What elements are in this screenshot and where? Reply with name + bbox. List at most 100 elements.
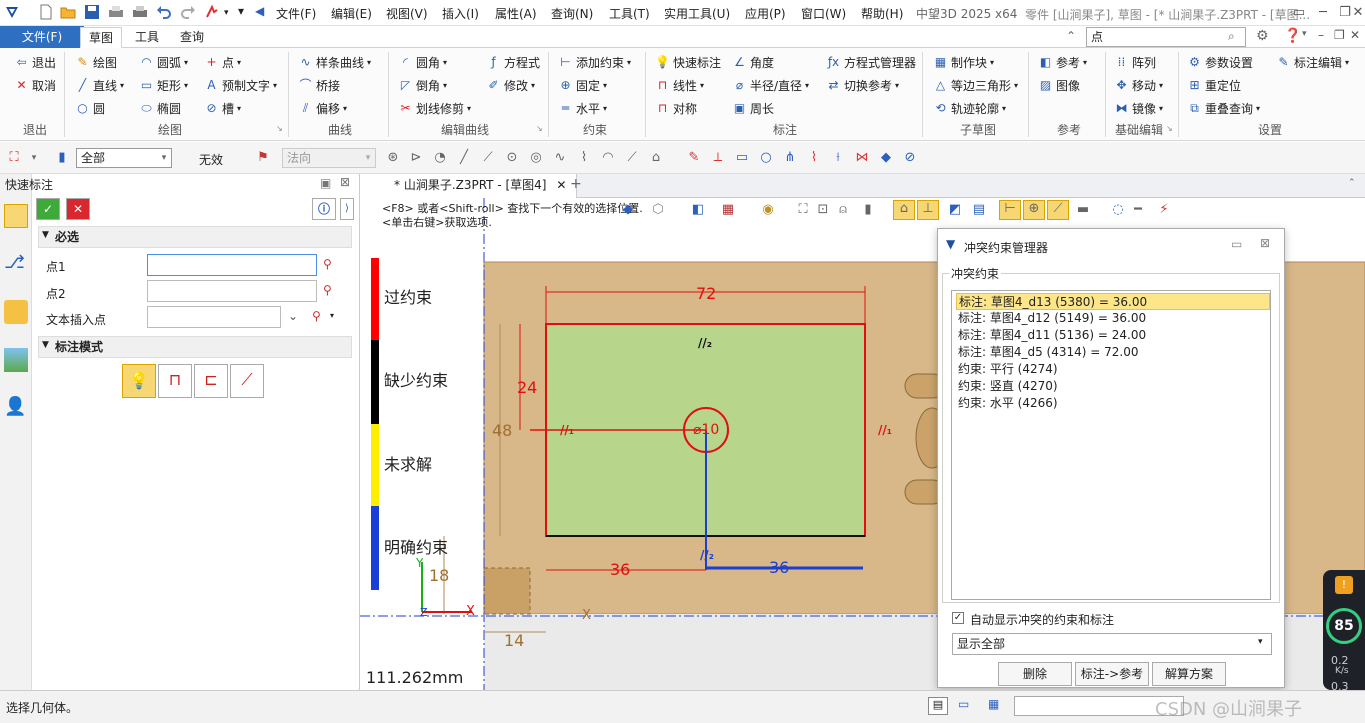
modify-button[interactable]: ✐ 修改 ▾ bbox=[486, 77, 535, 94]
perimeter-dim-button[interactable]: ▣ 周长 bbox=[732, 100, 774, 117]
list-item[interactable]: 标注: 草图4_d13 (5380) = 36.00 bbox=[956, 293, 1270, 310]
menu-attribute[interactable]: 属性(A) bbox=[495, 5, 537, 22]
dim-to-reference-button[interactable]: 标注->参考 bbox=[1075, 662, 1149, 686]
menu-utilities[interactable]: 实用工具(U) bbox=[664, 5, 730, 22]
restore-ribbon-icon[interactable]: ▭ bbox=[1287, 2, 1311, 24]
text-point-picker-icon[interactable]: ⚲ bbox=[312, 309, 321, 323]
spline-button[interactable]: ∿ 样条曲线 ▾ bbox=[298, 54, 371, 71]
toggle-reference-button[interactable]: ⇄ 切换参考 ▾ bbox=[826, 77, 899, 94]
equation-manager-button[interactable]: ƒx 方程式管理器 bbox=[826, 54, 916, 71]
menu-edit[interactable]: 编辑(E) bbox=[331, 5, 372, 22]
offset-button[interactable]: ⫽ 偏移 ▾ bbox=[298, 100, 347, 117]
bridge-button[interactable]: ⌒ 桥接 bbox=[298, 77, 340, 94]
panel-pin-icon[interactable]: ▣ bbox=[320, 176, 331, 190]
status-grid-icon[interactable]: ▦ bbox=[988, 697, 999, 711]
line-weight-icon[interactable]: ━ bbox=[1130, 202, 1146, 218]
make-block-button[interactable]: ▦ 制作块 ▾ bbox=[933, 54, 994, 71]
rect-pick-icon[interactable]: ▭ bbox=[734, 150, 750, 166]
snap-tangent-icon[interactable]: ⌇ bbox=[576, 150, 592, 166]
radius-dim-button[interactable]: ⌀ 半径/直径 ▾ bbox=[732, 77, 809, 94]
cube-pick-icon[interactable]: ◆ bbox=[878, 150, 894, 166]
double-chevron-icon[interactable]: ⌄ bbox=[288, 309, 298, 323]
snap-midpoint-icon[interactable]: ⟋ bbox=[480, 150, 496, 166]
circle-button[interactable]: ○ 圆 bbox=[75, 100, 105, 117]
list-item[interactable]: 标注: 草图4_d11 (5136) = 24.00 bbox=[956, 327, 1146, 344]
file-tab[interactable]: 文件(F) bbox=[0, 26, 84, 48]
layer-icon[interactable]: ◩ bbox=[947, 202, 963, 218]
text-insert-point-input[interactable] bbox=[147, 306, 281, 328]
ok-button[interactable]: ✓ bbox=[36, 198, 60, 220]
path-profile-button[interactable]: ⟲ 轨迹轮廓 ▾ bbox=[933, 100, 1006, 117]
tab-query[interactable]: 查询 bbox=[172, 27, 212, 48]
search-icon[interactable]: ⌕ bbox=[1228, 29, 1235, 44]
snap-play-icon[interactable]: ⊳ bbox=[408, 150, 424, 166]
relocate-button[interactable]: ⊞ 重定位 bbox=[1187, 77, 1241, 94]
collapse-ribbon-icon[interactable]: ⌃ bbox=[1066, 29, 1076, 43]
collapse-icon[interactable]: ▼ bbox=[42, 230, 49, 240]
constraint-display-icon[interactable]: ⊥ bbox=[917, 200, 939, 220]
extend-pick-icon[interactable]: ⌇ bbox=[806, 150, 822, 166]
linear-dim-button[interactable]: ⊓ 线性 ▾ bbox=[655, 77, 704, 94]
menu-apps[interactable]: 应用(P) bbox=[745, 5, 786, 22]
move-button[interactable]: ✥ 移动 ▾ bbox=[1114, 77, 1163, 94]
filter-bars-icon[interactable]: ▮ bbox=[54, 150, 70, 166]
history-tree-icon[interactable]: ⎇ bbox=[4, 252, 28, 276]
point-button[interactable]: + 点 ▾ bbox=[204, 54, 241, 71]
fix-button[interactable]: ⊕ 固定 ▾ bbox=[558, 77, 607, 94]
layers-stack-icon[interactable]: ▤ bbox=[971, 202, 987, 218]
bookmark-icon[interactable]: ▮ bbox=[860, 202, 876, 218]
render-icon[interactable]: ◉ bbox=[760, 202, 776, 218]
redo-icon[interactable] bbox=[180, 4, 196, 20]
chevron-down-icon[interactable]: ▾ bbox=[1258, 637, 1263, 647]
image-button[interactable]: ▨ 图像 bbox=[1038, 77, 1080, 94]
help-icon[interactable]: ❓ bbox=[1284, 28, 1301, 44]
tab-sketch[interactable]: 草图 bbox=[80, 27, 123, 48]
tab-tools[interactable]: 工具 bbox=[127, 27, 167, 48]
list-item[interactable]: 约束: 水平 (4266) bbox=[956, 395, 1058, 412]
list-item[interactable]: 约束: 竖直 (4270) bbox=[956, 378, 1058, 395]
monitor-icon[interactable]: ▬ bbox=[1075, 202, 1091, 218]
auto-show-checkbox[interactable]: ✓ bbox=[952, 612, 964, 624]
constraint-pick-icon[interactable]: ⟂ bbox=[710, 150, 726, 166]
smart-pick-icon[interactable]: ✎ bbox=[686, 150, 702, 166]
pick-mode-icon[interactable]: ⚑ bbox=[255, 150, 271, 166]
list-item[interactable]: 标注: 草图4_d12 (5149) = 36.00 bbox=[956, 310, 1146, 327]
menu-insert[interactable]: 插入(I) bbox=[442, 5, 479, 22]
conflict-list[interactable]: 标注: 草图4_d13 (5380) = 36.00 标注: 草图4_d12 (… bbox=[951, 290, 1271, 600]
dim-pick-icon[interactable]: ⟊ bbox=[830, 150, 846, 166]
aligned-dim-mode-button[interactable]: ⟋ bbox=[230, 364, 264, 398]
list-item[interactable]: 约束: 平行 (4274) bbox=[956, 361, 1058, 378]
target-icon[interactable]: ⊕ bbox=[1023, 200, 1045, 220]
snap-perp-icon[interactable]: ⟋ bbox=[624, 150, 640, 166]
status-doc-icon[interactable]: ▤ bbox=[928, 697, 948, 715]
doc-restore-button[interactable]: ❐ bbox=[1334, 28, 1345, 42]
ruler-icon[interactable]: ⟋ bbox=[1047, 200, 1069, 220]
required-section[interactable]: 必选 bbox=[38, 226, 352, 248]
panel-close-icon[interactable]: ⊠ bbox=[340, 175, 350, 189]
document-tab[interactable]: * 山涧果子.Z3PRT - [草图4] ✕ bbox=[360, 174, 578, 198]
vertical-dim-mode-button[interactable]: ⊏ bbox=[194, 364, 228, 398]
undo-icon[interactable] bbox=[156, 4, 172, 20]
menu-view[interactable]: 视图(V) bbox=[386, 5, 428, 22]
snap-circle-icon[interactable]: ⊙ bbox=[504, 150, 520, 166]
delete-button[interactable]: 删除 bbox=[998, 662, 1072, 686]
dim-mode-section[interactable]: 标注模式 bbox=[38, 336, 352, 358]
measure-icon[interactable]: ⍝ bbox=[835, 202, 851, 218]
print-preview-icon[interactable] bbox=[132, 4, 148, 20]
list-item[interactable]: 标注: 草图4_d5 (4314) = 72.00 bbox=[956, 344, 1139, 361]
assembly-cube-icon[interactable] bbox=[4, 300, 28, 324]
reference-button[interactable]: ◧ 参考 ▾ bbox=[1038, 54, 1087, 71]
group-launcher-icon[interactable]: ↘ bbox=[1166, 124, 1173, 133]
overlap-query-button[interactable]: ⧉ 重叠查询 ▾ bbox=[1187, 100, 1260, 117]
preset-text-button[interactable]: A 预制文字 ▾ bbox=[204, 77, 277, 94]
command-search-input[interactable]: 点 bbox=[1086, 27, 1246, 47]
dim-display-icon[interactable]: ⊢ bbox=[999, 200, 1021, 220]
display-filter-select[interactable]: 显示全部 bbox=[952, 633, 1272, 655]
horizontal-button[interactable]: ═ 水平 ▾ bbox=[558, 100, 607, 117]
rectangle-button[interactable]: ▭ 矩形 ▾ bbox=[139, 77, 188, 94]
user-icon[interactable]: 👤 bbox=[4, 396, 28, 420]
sketch-view-icon[interactable]: ⌂ bbox=[893, 200, 915, 220]
slot-button[interactable]: ⊘ 槽 ▾ bbox=[204, 100, 241, 117]
tag-pick-icon[interactable]: ⊘ bbox=[902, 150, 918, 166]
dotted-circle-icon[interactable]: ◌ bbox=[1110, 202, 1126, 218]
